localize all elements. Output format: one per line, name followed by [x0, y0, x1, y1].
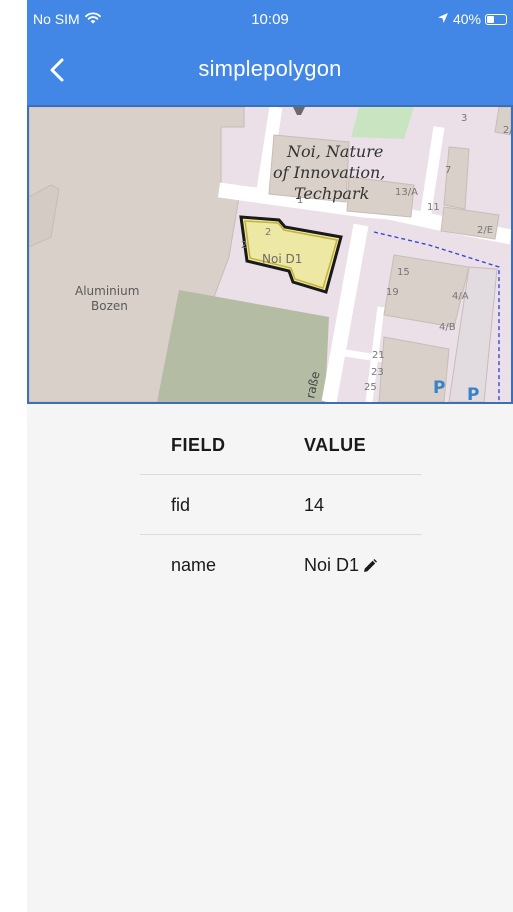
field-value: 14	[304, 495, 324, 516]
page-title: simplepolygon	[198, 56, 342, 81]
map-canvas: Noi, Nature of Innovation, Techpark Noi …	[29, 107, 511, 402]
house-number: 25	[364, 382, 377, 393]
house-number: 4/A	[452, 291, 469, 302]
parking-icon: P	[467, 385, 479, 402]
field-value[interactable]: Noi D1	[304, 555, 378, 576]
house-number: 2	[241, 240, 247, 251]
left-rail	[0, 0, 27, 912]
status-right: 40%	[437, 11, 507, 27]
table-row: fid 14	[140, 475, 422, 535]
house-number: 7	[445, 165, 451, 176]
battery-icon	[485, 13, 507, 25]
app-header: No SIM 10:09 40% simplepolygon	[27, 0, 513, 105]
battery-percent: 40%	[452, 11, 481, 27]
screen: No SIM 10:09 40% simplepolygon Noi, Natu…	[0, 0, 513, 912]
location-arrow-icon	[437, 11, 449, 27]
house-number: 19	[386, 287, 399, 298]
parking-icon: P	[433, 378, 445, 398]
table-row: name Noi D1	[140, 535, 422, 594]
app-view: No SIM 10:09 40% simplepolygon Noi, Natu…	[27, 0, 513, 912]
map-label-park-1: Noi, Nature	[286, 142, 383, 161]
column-header-field: FIELD	[171, 435, 226, 455]
pencil-edit-icon[interactable]	[362, 558, 378, 574]
house-number: 13/A	[395, 187, 418, 198]
green-area	[351, 107, 414, 139]
attribute-table: FIELD VALUE fid 14 name Noi D1	[140, 415, 422, 594]
house-number: 4/B	[439, 322, 456, 333]
house-number: 2/E	[477, 225, 493, 236]
house-number: 11	[427, 202, 440, 213]
house-number: 15	[397, 267, 410, 278]
status-bar: No SIM 10:09 40%	[27, 0, 513, 36]
house-number: 1	[297, 195, 303, 206]
house-number: 3	[461, 113, 467, 124]
map-label-park-2: of Innovation,	[273, 163, 385, 182]
field-name: fid	[171, 495, 191, 515]
map-label-building-1: Aluminium	[75, 284, 139, 298]
field-value-text: Noi D1	[304, 555, 360, 575]
map-label-park-3: Techpark	[294, 184, 369, 203]
field-value-text: 14	[304, 495, 325, 515]
house-number: 23	[371, 367, 384, 378]
map-label-building-2: Bozen	[91, 299, 128, 313]
table-header-row: FIELD VALUE	[140, 415, 422, 475]
house-number: 21	[372, 350, 385, 361]
map-view[interactable]: Noi, Nature of Innovation, Techpark Noi …	[27, 105, 513, 404]
battery-level-fill	[487, 15, 494, 23]
house-number: 2/	[503, 125, 511, 136]
column-header-value: VALUE	[304, 435, 367, 455]
house-number: 2	[265, 227, 271, 238]
navigation-bar: simplepolygon	[27, 44, 513, 96]
building-7	[443, 146, 470, 210]
field-name: name	[171, 555, 217, 575]
map-label-polygon: Noi D1	[262, 252, 302, 266]
